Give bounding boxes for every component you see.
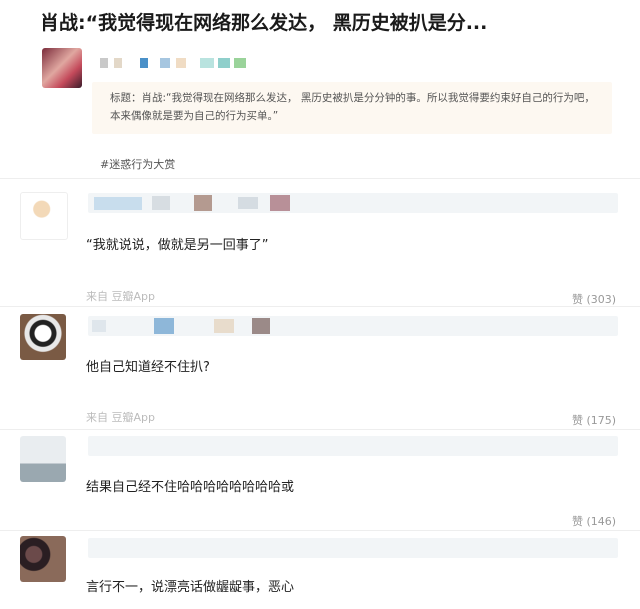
comment-text: 他自己知道经不住扒? (86, 360, 210, 375)
commenter-avatar[interactable] (20, 192, 68, 240)
comment-text: 言行不一，说漂亮话做龌龊事，恶心 (86, 580, 295, 595)
commenter-name-blurred (88, 538, 618, 558)
author-name-blurred (100, 58, 260, 70)
comment-text: 结果自己经不住哈哈哈哈哈哈哈哈或 (86, 480, 295, 495)
commenter-name-blurred (88, 193, 618, 213)
hashtag-link[interactable]: #迷惑行为大赏 (100, 156, 175, 172)
author-avatar[interactable] (42, 48, 82, 88)
like-button[interactable]: 赞 (175) (572, 412, 616, 428)
divider (0, 530, 640, 531)
commenter-avatar[interactable] (20, 436, 66, 482)
comment-source: 来自 豆瓣App (86, 411, 155, 424)
post-title[interactable]: 肖战:“我觉得现在网络那么发达， 黑历史被扒是分... (40, 8, 487, 35)
quote-text: 标题：肖战:“我觉得现在网络那么发达， 黑历史被扒是分分钟的事。所以我觉得要约束… (110, 92, 595, 122)
commenter-name-blurred (88, 316, 618, 336)
commenter-avatar[interactable] (20, 536, 66, 582)
commenter-name-blurred (88, 436, 618, 456)
divider (0, 178, 640, 179)
like-button[interactable]: 赞 (146) (572, 513, 616, 529)
like-button[interactable]: 赞 (303) (572, 291, 616, 307)
comment-text: “我就说说，做就是另一回事了” (86, 238, 269, 253)
divider (0, 429, 640, 430)
commenter-avatar[interactable] (20, 314, 66, 360)
comment-source: 来自 豆瓣App (86, 290, 155, 303)
divider (0, 306, 640, 307)
